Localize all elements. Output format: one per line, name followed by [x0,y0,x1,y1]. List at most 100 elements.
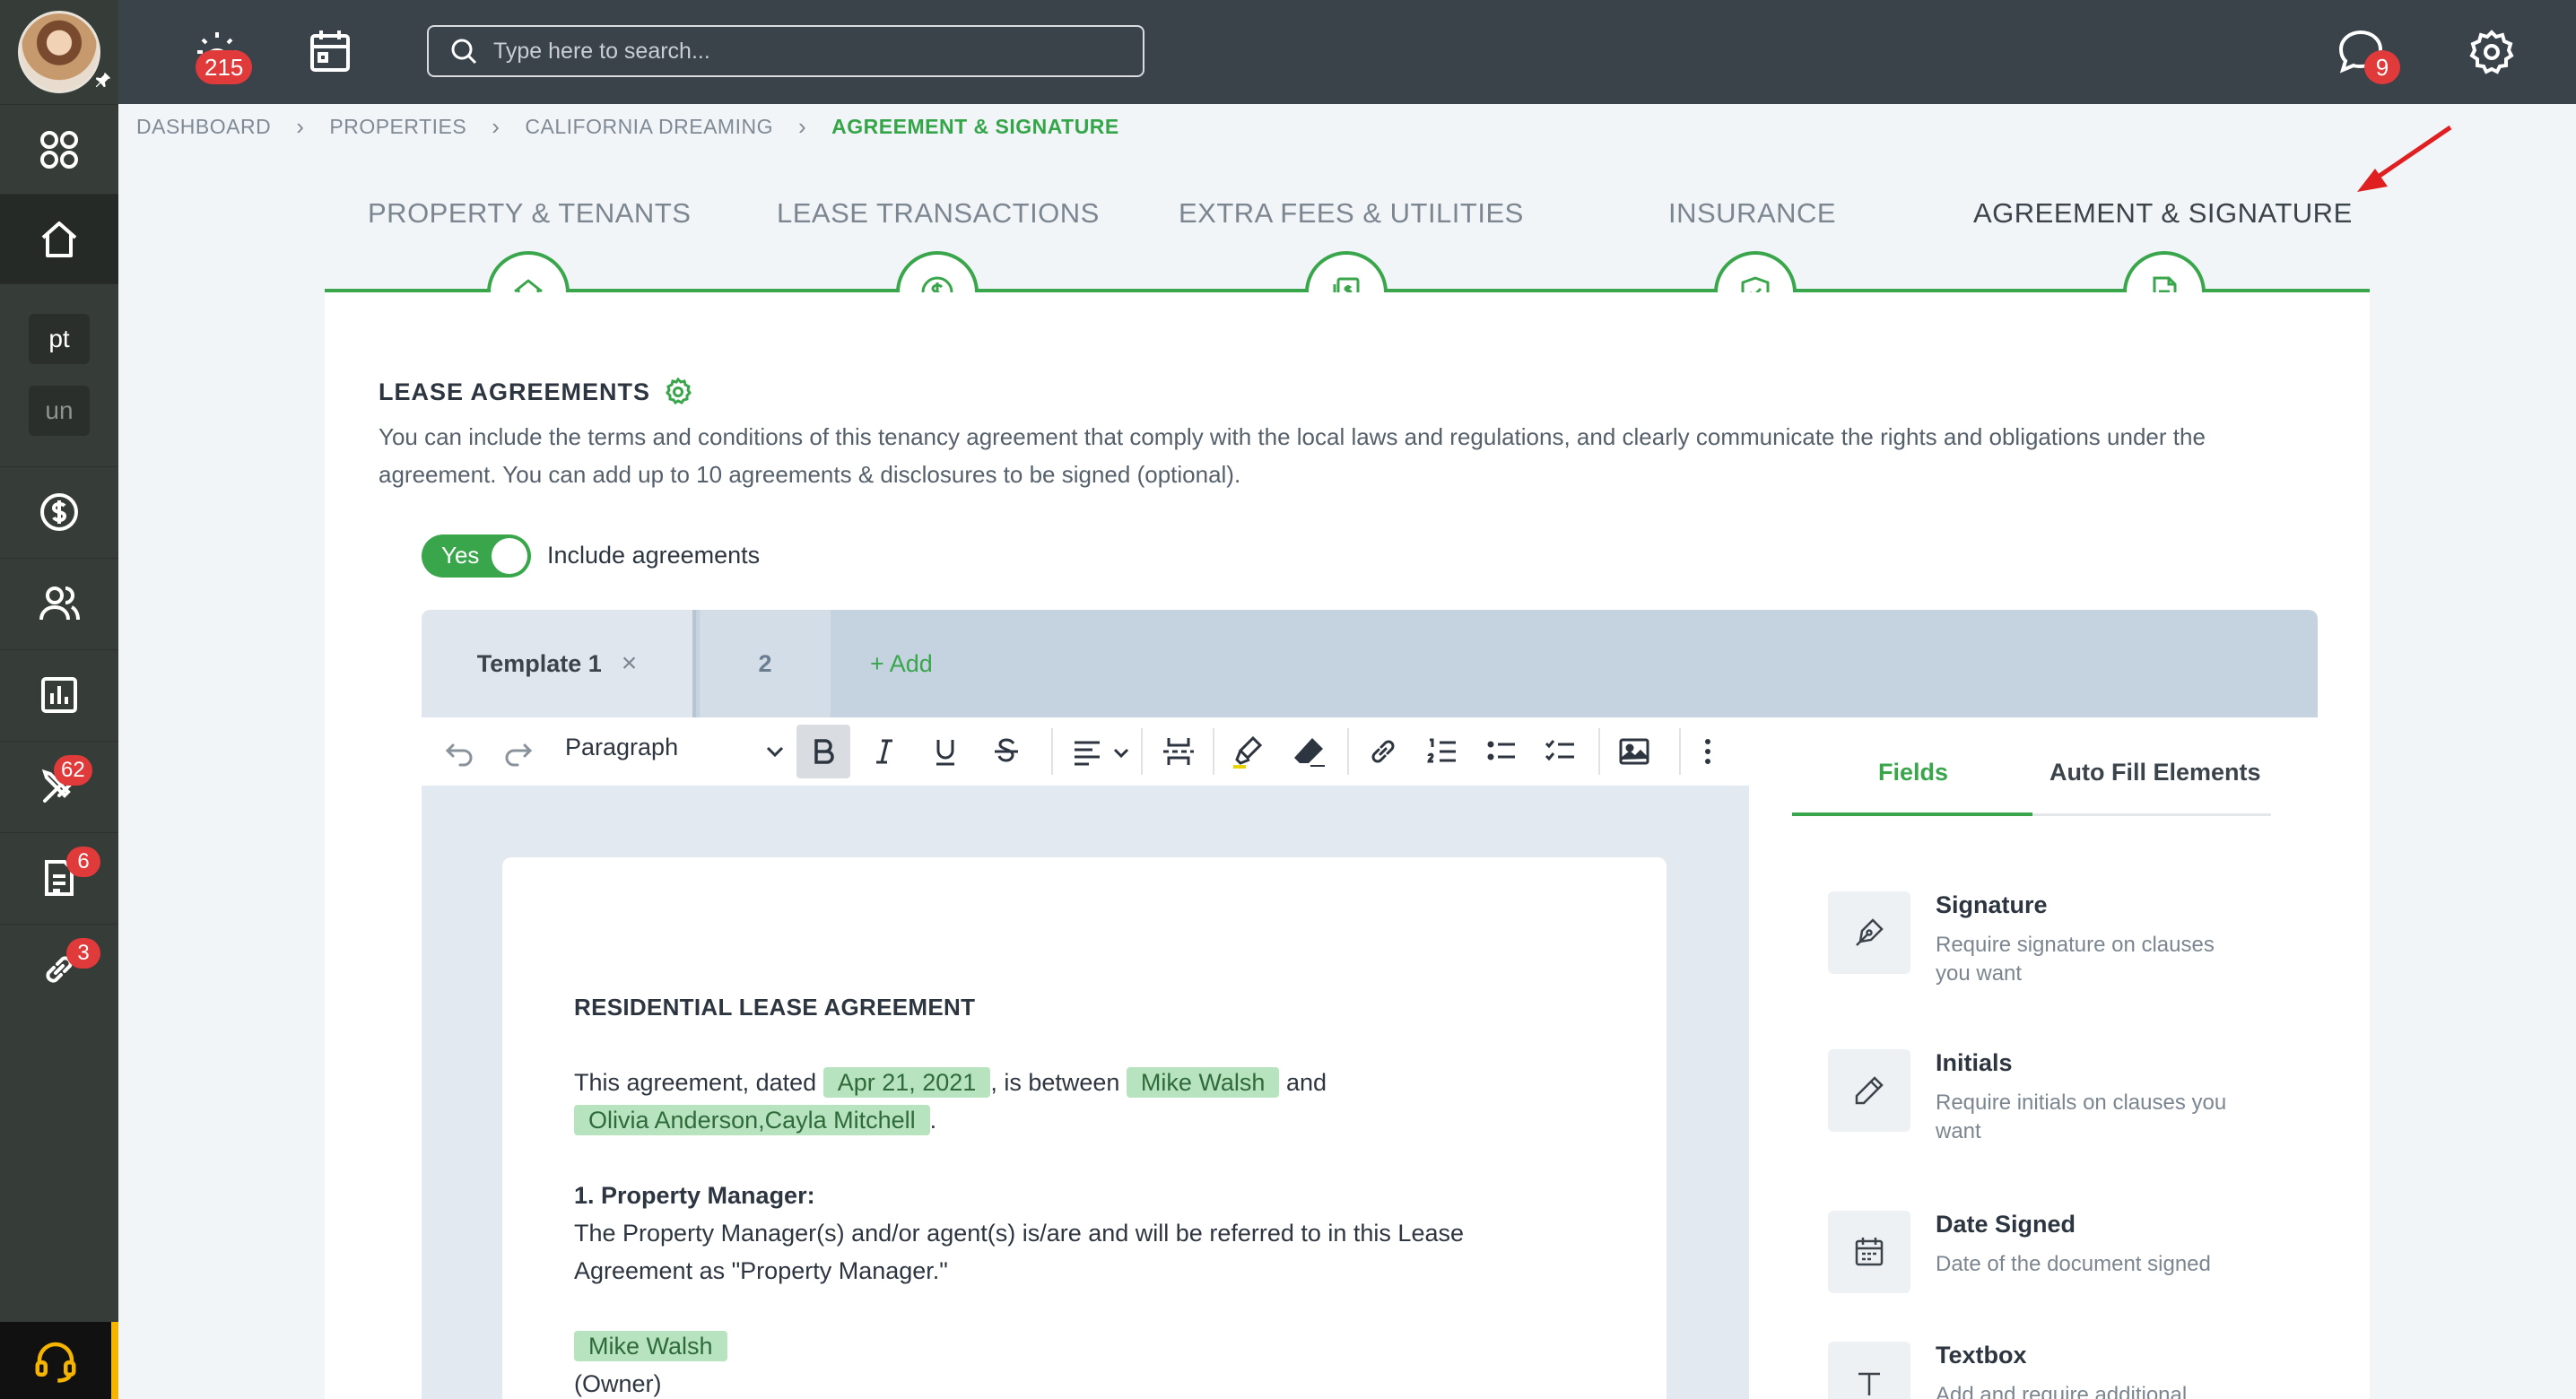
field-initials-icon-box [1828,1049,1910,1132]
highlighter-icon [1233,735,1263,769]
step-label-insurance[interactable]: INSURANCE [1668,197,1836,230]
toggle-label: Yes [441,542,480,569]
calendar-icon [1855,1238,1884,1266]
step-label-lease-transactions[interactable]: LEASE TRANSACTIONS [777,197,1100,230]
links-count-badge: 3 [66,938,100,969]
tab-auto-fill-elements[interactable]: Auto Fill Elements [2049,759,2261,786]
sidebar-item-documents[interactable] [0,832,118,922]
underline-button[interactable] [918,725,972,778]
align-left-icon [1075,741,1100,766]
breadcrumb-dashboard[interactable]: DASHBOARD [136,115,271,139]
calendar-icon[interactable] [303,25,357,79]
grid-icon [40,130,78,169]
step-label-property-tenants[interactable]: PROPERTY & TENANTS [368,197,691,230]
sidebar-shortcut-un[interactable]: un [29,386,90,436]
search-input[interactable] [493,38,1103,65]
intro-text-mid: , is between [990,1069,1120,1096]
home-icon [41,221,77,257]
landlord-field-chip[interactable]: Mike Walsh [1126,1067,1280,1098]
tab-template-1-label: Template 1 [476,649,602,677]
undo-button[interactable] [432,725,486,778]
field-initials-title: Initials [1936,1049,2013,1076]
section-1-text: The Property Manager(s) and/or agent(s) … [574,1220,1464,1284]
remove-format-button[interactable] [1283,725,1336,778]
sidebar-item-apps[interactable] [0,104,118,194]
breadcrumb-property[interactable]: CALIFORNIA DREAMING [525,115,773,139]
gear-icon[interactable] [2465,25,2519,79]
document-heading: RESIDENTIAL LEASE AGREEMENT [574,994,976,1021]
bullet-list-button[interactable] [1475,725,1528,778]
intro-paragraph: This agreement, dated Apr 21, 2021, is b… [574,1064,1595,1139]
paragraph-style-select[interactable]: Paragraph [565,734,678,761]
manager-role: (Owner) [574,1370,662,1397]
bold-icon [814,739,834,764]
manager-field-chip[interactable]: Mike Walsh [574,1331,727,1361]
topbar: 215 9 [118,0,2576,104]
intro-text-start: This agreement, dated [574,1069,817,1096]
support-button[interactable] [0,1322,118,1399]
italic-button[interactable] [857,725,911,778]
add-template-button[interactable]: + Add [870,610,1014,717]
link-button[interactable] [1356,725,1410,778]
chart-icon [41,676,77,713]
numbered-list-button[interactable] [1415,725,1469,778]
undo-icon [445,743,473,767]
search-box[interactable] [427,25,1144,77]
field-date-signed-title: Date Signed [1936,1211,2076,1238]
step-label-agreement-signature[interactable]: AGREEMENT & SIGNATURE [1973,197,2353,230]
more-options-button[interactable] [1681,725,1735,778]
user-avatar[interactable] [18,11,100,93]
field-textbox-desc: Add and require additional [1936,1383,2188,1399]
users-icon [39,586,80,620]
sidebar-item-links[interactable] [0,924,118,1013]
document-page[interactable]: RESIDENTIAL LEASE AGREEMENT This agreeme… [502,857,1667,1399]
link-icon [1371,740,1395,763]
gear-icon[interactable] [663,377,693,407]
sidebar-item-reports[interactable] [0,649,118,739]
intro-text-and: and [1285,1069,1327,1096]
sidebar-item-people[interactable] [0,558,118,647]
strikethrough-button[interactable] [979,725,1033,778]
chevron-down-icon[interactable] [762,739,788,764]
underline-icon [936,740,954,766]
dollar-circle-icon [40,492,78,531]
tab-template-2[interactable]: 2 [700,610,831,717]
eraser-icon [1294,738,1325,767]
bullet-list-icon [1487,741,1515,760]
sidebar-shortcut-pt[interactable]: pt [29,314,90,364]
image-icon [1619,738,1649,765]
highlight-button[interactable] [1222,725,1275,778]
bold-button[interactable] [796,725,850,778]
close-icon[interactable]: × [622,648,638,679]
tab-fields[interactable]: Fields [1878,759,1948,786]
toolbar-divider [1051,728,1053,775]
numbered-list-icon [1427,738,1456,763]
field-textbox-title: Textbox [1936,1342,2027,1369]
date-field-chip[interactable]: Apr 21, 2021 [822,1067,991,1098]
toolbar-divider [1213,728,1214,775]
section-1-title: 1. Property Manager: [574,1182,815,1209]
todo-list-button[interactable] [1534,725,1588,778]
sidebar: pt un 62 6 3 [0,0,118,1399]
step-label-extra-fees[interactable]: EXTRA FEES & UTILITIES [1179,197,1524,230]
text-icon [1858,1372,1880,1395]
rich-text-editor: Paragraph RESIDENTIAL LEASE AGREEMENT Th… [422,717,1749,1399]
chevron-down-icon[interactable] [1110,743,1132,764]
sidebar-item-accounting[interactable] [0,466,118,556]
align-button[interactable] [1060,725,1114,778]
breadcrumb-properties[interactable]: PROPERTIES [329,115,466,139]
toolbar-divider [1347,728,1349,775]
sidebar-item-maintenance[interactable] [0,741,118,830]
fields-panel: Fields Auto Fill Elements Signature Requ… [1792,717,2294,1399]
redo-icon [505,743,533,767]
fields-tabs: Fields Auto Fill Elements [1792,717,2271,816]
tenants-field-chip[interactable]: Olivia Anderson,Cayla Mitchell [574,1105,930,1135]
insert-image-button[interactable] [1607,725,1661,778]
tab-template-1[interactable]: Template 1 × [422,610,696,717]
sidebar-item-home[interactable] [0,194,118,283]
include-agreements-toggle[interactable]: Yes [422,534,531,578]
page-break-icon [1163,738,1194,765]
redo-button[interactable] [492,725,545,778]
section-description: You can include the terms and conditions… [379,423,2206,488]
page-break-button[interactable] [1152,725,1205,778]
